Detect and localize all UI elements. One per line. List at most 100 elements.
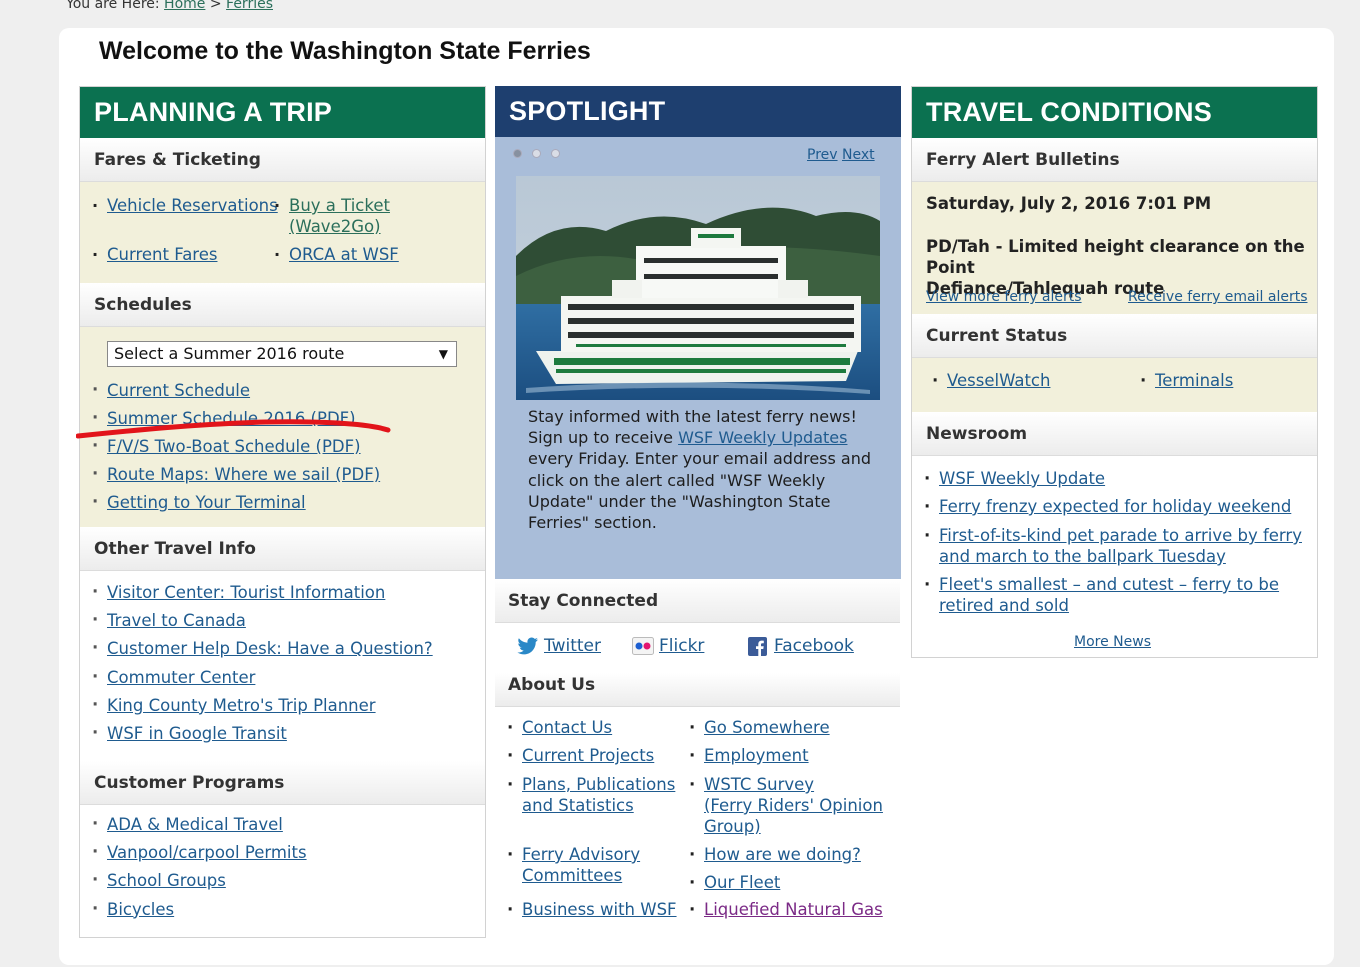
- spotlight-header: SPOTLIGHT: [495, 86, 901, 137]
- program-links: ADA & Medical Travel Vanpool/carpool Per…: [80, 810, 480, 924]
- current-status-section: · VesselWatch · Terminals: [912, 358, 1317, 412]
- more-news-link[interactable]: More News: [1074, 632, 1151, 653]
- facebook-icon: [748, 637, 767, 656]
- schedules-section: Select a Summer 2016 route ▼ Current Sch…: [80, 327, 485, 527]
- breadcrumb-home-link[interactable]: Home: [164, 0, 205, 12]
- flickr-icon: [632, 637, 654, 655]
- plans-publications-link-cont[interactable]: and Statistics: [522, 795, 634, 816]
- alerts-section: Saturday, July 2, 2016 7:01 PM PD/Tah - …: [912, 182, 1317, 314]
- fares-section: · Vehicle Reservations · Buy a Ticket (W…: [80, 182, 485, 283]
- lng-link[interactable]: Liquefied Natural Gas: [704, 899, 883, 920]
- breadcrumb-ferries-link[interactable]: Ferries: [226, 0, 273, 12]
- list-item: WSF in Google Transit: [80, 719, 480, 748]
- vesselwatch-link[interactable]: VesselWatch: [947, 371, 1050, 390]
- current-fares-link[interactable]: Current Fares: [107, 245, 217, 264]
- our-fleet-link[interactable]: Our Fleet: [704, 872, 780, 893]
- travel-column: TRAVEL CONDITIONS Ferry Alert Bulletins …: [911, 86, 1318, 658]
- view-more-alerts-link[interactable]: View more ferry alerts: [926, 289, 1082, 305]
- list-item: Current Schedule: [80, 376, 480, 405]
- news-item-4-cont[interactable]: retired and sold: [939, 595, 1069, 616]
- vehicle-reservations-link[interactable]: Vehicle Reservations: [107, 196, 278, 215]
- list-item: Getting to Your Terminal: [80, 488, 480, 517]
- buy-ticket-link[interactable]: Buy a Ticket: [289, 196, 390, 215]
- contact-us-link[interactable]: Contact Us: [522, 717, 612, 738]
- google-transit-link[interactable]: WSF in Google Transit: [107, 724, 287, 743]
- business-with-wsf-link[interactable]: Business with WSF: [522, 899, 677, 920]
- orca-link[interactable]: ORCA at WSF: [289, 245, 399, 264]
- plans-publications-link[interactable]: Plans, Publications: [522, 774, 675, 795]
- news-item-3-cont[interactable]: and march to the ballpark Tuesday: [939, 546, 1226, 567]
- employment-link[interactable]: Employment: [704, 745, 809, 766]
- list-item: Customer Help Desk: Have a Question?: [80, 634, 480, 663]
- wstc-survey-link[interactable]: WSTC Survey: [704, 774, 814, 795]
- current-status-title: Current Status: [912, 314, 1317, 358]
- carousel-dot-3[interactable]: [551, 149, 560, 158]
- vanpool-link[interactable]: Vanpool/carpool Permits: [107, 843, 307, 862]
- help-desk-link[interactable]: Customer Help Desk: Have a Question?: [107, 639, 433, 658]
- schedule-links: Current Schedule Summer Schedule 2016 (P…: [80, 376, 480, 517]
- list-item: F/V/S Two-Boat Schedule (PDF): [80, 432, 480, 461]
- list-item: Bicycles: [80, 895, 480, 924]
- go-somewhere-link[interactable]: Go Somewhere: [704, 717, 830, 738]
- list-item: Visitor Center: Tourist Information: [80, 578, 480, 607]
- twitter-link[interactable]: Twitter: [544, 636, 601, 656]
- stay-connected-title: Stay Connected: [495, 579, 900, 623]
- current-projects-link[interactable]: Current Projects: [522, 745, 654, 766]
- how-are-we-doing-link[interactable]: How are we doing?: [704, 844, 861, 865]
- list-item: School Groups: [80, 866, 480, 895]
- wave2go-link[interactable]: (Wave2Go): [289, 217, 381, 236]
- list-item: Travel to Canada: [80, 606, 480, 635]
- newsroom-section: · WSF Weekly Update · Ferry frenzy expec…: [912, 456, 1317, 656]
- newsroom-title: Newsroom: [912, 412, 1317, 456]
- two-boat-schedule-link[interactable]: F/V/S Two-Boat Schedule (PDF): [107, 437, 361, 456]
- news-item-3[interactable]: First-of-its-kind pet parade to arrive b…: [939, 525, 1302, 546]
- wstc-survey-link-cont2[interactable]: Group): [704, 816, 761, 837]
- current-schedule-link[interactable]: Current Schedule: [107, 381, 250, 400]
- weekly-updates-link[interactable]: WSF Weekly Updates: [678, 428, 847, 447]
- getting-to-terminal-link[interactable]: Getting to Your Terminal: [107, 493, 306, 512]
- news-item-1[interactable]: WSF Weekly Update: [939, 468, 1105, 489]
- commuter-center-link[interactable]: Commuter Center: [107, 668, 255, 687]
- list-item: ADA & Medical Travel: [80, 810, 480, 839]
- planning-column: PLANNING A TRIP Fares & Ticketing · Vehi…: [79, 86, 486, 938]
- route-select[interactable]: Select a Summer 2016 route ▼: [107, 341, 457, 367]
- chevron-down-icon: ▼: [438, 347, 448, 361]
- flickr-link[interactable]: Flickr: [659, 636, 704, 656]
- list-item: Route Maps: Where we sail (PDF): [80, 460, 480, 489]
- carousel-dot-2[interactable]: [532, 149, 541, 158]
- ferry-photo[interactable]: [516, 176, 880, 400]
- facebook-link[interactable]: Facebook: [774, 636, 854, 656]
- about-us-section: · Contact Us · Current Projects · Plans,…: [507, 717, 883, 920]
- list-item: Vanpool/carpool Permits: [80, 838, 480, 867]
- ferry-advisory-link[interactable]: Ferry Advisory: [522, 844, 640, 865]
- wstc-survey-link-cont[interactable]: (Ferry Riders' Opinion: [704, 795, 883, 816]
- receive-alerts-link[interactable]: Receive ferry email alerts: [1128, 289, 1307, 305]
- list-item: King County Metro's Trip Planner: [80, 691, 480, 720]
- breadcrumb: You are Here: Home > Ferries: [66, 0, 273, 12]
- metro-trip-planner-link[interactable]: King County Metro's Trip Planner: [107, 696, 376, 715]
- ada-medical-link[interactable]: ADA & Medical Travel: [107, 815, 283, 834]
- list-item: Commuter Center: [80, 663, 480, 692]
- breadcrumb-separator: >: [209, 0, 222, 12]
- travel-header: TRAVEL CONDITIONS: [912, 87, 1317, 138]
- carousel-dot-1[interactable]: [513, 149, 522, 158]
- page-title: Welcome to the Washington State Ferries: [99, 37, 591, 65]
- visitor-center-link[interactable]: Visitor Center: Tourist Information: [107, 583, 385, 602]
- news-item-4[interactable]: Fleet's smallest – and cutest – ferry to…: [939, 574, 1279, 595]
- carousel-prev-link[interactable]: Prev: [807, 147, 838, 163]
- news-item-2[interactable]: Ferry frenzy expected for holiday weeken…: [939, 496, 1291, 517]
- carousel-next-link[interactable]: Next: [842, 147, 875, 163]
- school-groups-link[interactable]: School Groups: [107, 871, 226, 890]
- spotlight-text: Stay informed with the latest ferry news…: [528, 407, 872, 533]
- breadcrumb-prefix: You are Here:: [66, 0, 160, 12]
- planning-header: PLANNING A TRIP: [80, 87, 485, 138]
- travel-canada-link[interactable]: Travel to Canada: [107, 611, 246, 630]
- schedules-title: Schedules: [80, 283, 485, 327]
- other-travel-links: Visitor Center: Tourist Information Trav…: [80, 578, 480, 748]
- route-maps-link[interactable]: Route Maps: Where we sail (PDF): [107, 465, 380, 484]
- ferry-advisory-link-cont[interactable]: Committees: [522, 865, 622, 886]
- bicycles-link[interactable]: Bicycles: [107, 900, 174, 919]
- alerts-title: Ferry Alert Bulletins: [912, 138, 1317, 182]
- terminals-link[interactable]: Terminals: [1155, 371, 1233, 390]
- summer-schedule-link[interactable]: Summer Schedule 2016 (PDF): [107, 409, 356, 428]
